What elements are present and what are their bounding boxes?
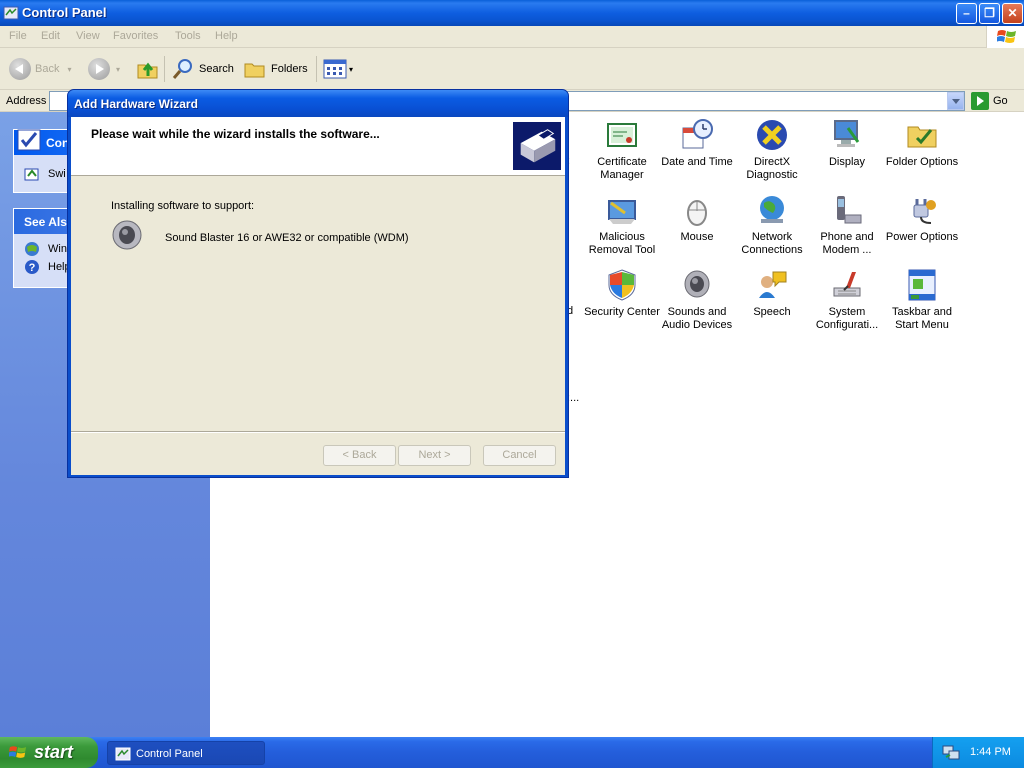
- toolbar: Back ▾ ▾ Search Folders ▾: [0, 48, 1024, 90]
- security-shield-icon: [608, 269, 636, 301]
- back-arrow-icon: [9, 58, 31, 80]
- directx-diagnostic-item[interactable]: DirectX Diagnostic: [733, 118, 811, 182]
- power-options-item[interactable]: Power Options: [883, 193, 961, 244]
- menu-view[interactable]: View: [76, 30, 100, 42]
- speaker-icon: [684, 270, 710, 298]
- certificate-manager-item[interactable]: Certificate Manager: [583, 118, 661, 182]
- address-dropdown-button[interactable]: [947, 92, 964, 110]
- date-and-time-item[interactable]: Date and Time: [658, 118, 736, 169]
- menu-edit[interactable]: Edit: [41, 30, 60, 42]
- sounds-and-audio-devices-item[interactable]: Sounds and Audio Devices: [658, 268, 736, 332]
- folder-options-icon: [907, 126, 937, 148]
- back-button[interactable]: Back ▾: [9, 56, 71, 82]
- control-panel-icon: [3, 6, 19, 20]
- taskbar: start Control Panel 1:44 PM: [0, 737, 1024, 768]
- help-icon: ?: [25, 260, 39, 274]
- installing-label: Installing software to support:: [111, 200, 255, 212]
- system-tray: 1:44 PM: [932, 737, 1024, 768]
- forward-button[interactable]: ▾: [88, 56, 120, 82]
- network-globe-icon: [760, 196, 784, 223]
- taskbar-and-start-menu-item[interactable]: Taskbar and Start Menu: [883, 268, 961, 332]
- menu-bar: File Edit View Favorites Tools Help: [0, 26, 1024, 48]
- control-panel-icon: [17, 129, 41, 151]
- cancel-button[interactable]: Cancel: [483, 445, 556, 466]
- display-item[interactable]: Display: [808, 118, 886, 169]
- mouse-item[interactable]: Mouse: [658, 193, 736, 244]
- menu-help[interactable]: Help: [215, 30, 238, 42]
- dialog-titlebar: Add Hardware Wizard: [68, 90, 568, 117]
- control-panel-icon: [115, 747, 131, 761]
- menu-tools[interactable]: Tools: [175, 30, 201, 42]
- windows-flag-icon: [9, 746, 27, 758]
- hardware-wizard-icon: [512, 121, 562, 171]
- clock: 1:44 PM: [970, 746, 1011, 758]
- mouse-icon: [687, 200, 707, 226]
- forward-arrow-icon: [88, 58, 110, 80]
- toolbar-separator: [164, 56, 165, 82]
- windows-update-icon: [25, 242, 39, 256]
- system-config-icon: [833, 272, 861, 297]
- speech-icon: [759, 271, 787, 298]
- system-configuration-item[interactable]: System Configurati...: [808, 268, 886, 332]
- directx-icon: [757, 120, 787, 150]
- power-plug-icon: [913, 199, 936, 224]
- removal-tool-icon: [608, 200, 636, 224]
- toolbar-separator: [316, 56, 317, 82]
- views-icon: [323, 59, 347, 79]
- dialog-body: Please wait while the wizard installs th…: [71, 117, 565, 475]
- network-connections-item[interactable]: Network Connections: [733, 193, 811, 257]
- dialog-header: Please wait while the wizard installs th…: [71, 117, 565, 176]
- go-button[interactable]: Go: [993, 95, 1008, 107]
- phone-and-modem-item[interactable]: Phone and Modem ...: [808, 193, 886, 257]
- security-center-item[interactable]: Security Center: [583, 268, 661, 319]
- go-arrow-icon[interactable]: [971, 92, 989, 110]
- wizard-message: Please wait while the wizard installs th…: [91, 127, 380, 141]
- network-tray-icon[interactable]: [942, 744, 960, 760]
- svg-text:?: ?: [29, 262, 36, 274]
- calendar-clock-icon: [682, 119, 713, 149]
- display-icon: [834, 120, 860, 147]
- minimize-button[interactable]: –: [956, 3, 977, 24]
- taskbar-control-panel-button[interactable]: Control Panel: [107, 741, 265, 765]
- search-button[interactable]: Search: [171, 56, 234, 82]
- start-button[interactable]: start: [0, 737, 98, 768]
- up-folder-button[interactable]: [136, 56, 160, 82]
- malicious-removal-tool-item[interactable]: Malicious Removal Tool: [583, 193, 661, 257]
- speaker-icon: [112, 220, 142, 250]
- search-icon: [172, 59, 192, 79]
- switch-view-icon: [24, 168, 39, 181]
- back-button[interactable]: < Back: [323, 445, 396, 466]
- maximize-button[interactable]: ❐: [979, 3, 1000, 24]
- menu-file[interactable]: File: [9, 30, 27, 42]
- windows-logo-icon: [986, 26, 1024, 48]
- phone-modem-icon: [837, 196, 862, 224]
- taskbar-start-menu-icon: [908, 269, 936, 301]
- folders-icon: [244, 63, 265, 78]
- window-title: Control Panel: [22, 5, 107, 20]
- close-button[interactable]: ✕: [1002, 3, 1023, 24]
- views-button[interactable]: ▾: [323, 56, 353, 82]
- certificate-icon: [607, 123, 637, 147]
- next-button[interactable]: Next >: [398, 445, 471, 466]
- folder-options-item[interactable]: Folder Options: [883, 118, 961, 169]
- add-hardware-wizard-dialog: Add Hardware Wizard Please wait while th…: [67, 89, 569, 478]
- folders-button[interactable]: Folders: [243, 56, 308, 82]
- device-name: Sound Blaster 16 or AWE32 or compatible …: [165, 232, 409, 244]
- window-titlebar: Control Panel – ❐ ✕: [0, 0, 1024, 26]
- address-label: Address: [6, 95, 47, 107]
- menu-favorites[interactable]: Favorites: [113, 30, 158, 42]
- dialog-title: Add Hardware Wizard: [74, 97, 198, 111]
- dialog-separator: [71, 431, 565, 433]
- up-folder-icon: [137, 62, 158, 79]
- speech-item[interactable]: Speech: [733, 268, 811, 319]
